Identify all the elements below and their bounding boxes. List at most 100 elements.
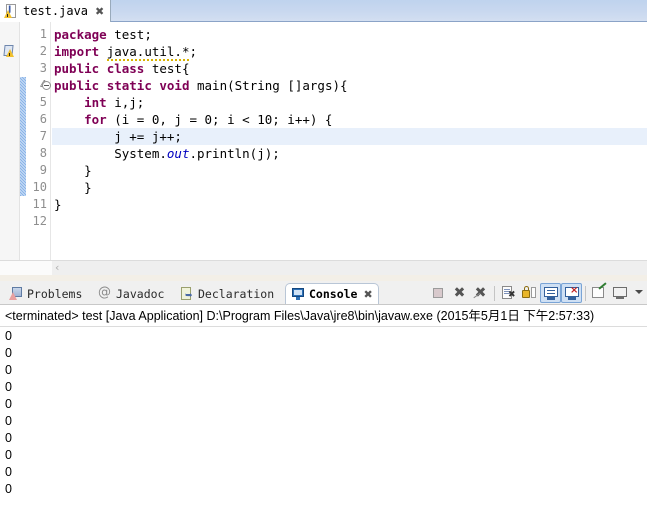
bottom-tab-label: Javadoc [116, 286, 165, 301]
bottom-tab-declaration[interactable]: ➥ Declaration [175, 283, 279, 304]
editor-tab-bar: J test.java ✖ [0, 0, 647, 22]
close-icon[interactable]: ✖ [363, 289, 372, 300]
close-icon[interactable]: ✖ [95, 6, 104, 17]
code-token: java.util.* [106, 44, 190, 61]
line-number-ruler: 123456789101112 [26, 22, 48, 260]
code-token: .println(j); [189, 146, 280, 161]
warning-marker-icon[interactable] [2, 44, 18, 60]
code-line[interactable]: for (i = 0, j = 0; i < 10; i++) { [52, 111, 647, 128]
show-console-on-output-button[interactable] [540, 283, 561, 303]
code-line[interactable]: int i,j; [52, 94, 647, 111]
code-line[interactable]: j += j++; [52, 128, 647, 145]
code-token: public [54, 78, 100, 93]
code-line[interactable] [52, 213, 647, 230]
console-output-line: 0 [5, 380, 12, 394]
display-selected-console-button[interactable] [610, 283, 631, 303]
console-output-line: 0 [5, 329, 12, 343]
code-token: } [54, 180, 92, 195]
pin-console-button[interactable] [589, 282, 610, 303]
scrollbar-corner [0, 261, 52, 275]
code-token: } [54, 163, 92, 178]
line-number: 1 [39, 27, 47, 41]
code-line[interactable]: public static void main(String []args){ [52, 77, 647, 94]
code-line[interactable]: } [52, 196, 647, 213]
code-token: test; [106, 27, 152, 42]
toolbar-separator [494, 285, 495, 301]
console-output-line: 0 [5, 482, 12, 496]
code-editor-text[interactable]: package test; import java.util.*; public c… [52, 22, 647, 260]
toolbar-separator-2 [585, 285, 586, 301]
code-line[interactable]: System.out.println(j); [52, 145, 647, 162]
code-token: i,j; [106, 95, 145, 110]
code-token: out [166, 146, 190, 161]
show-console-on-error-button[interactable] [561, 283, 582, 303]
console-output-line: 0 [5, 414, 12, 428]
code-line[interactable]: package test; [52, 26, 647, 43]
java-file-warning-icon: J [4, 3, 18, 19]
scroll-left-icon[interactable]: ‹ [55, 262, 59, 274]
clear-console-button[interactable]: ✖ [498, 283, 519, 303]
declaration-icon: ➥ [180, 286, 194, 301]
console-output-text[interactable]: 0 0 0 0 0 0 0 0 0 0 [0, 328, 647, 508]
console-status-line: <terminated> test [Java Application] D:\… [0, 305, 647, 327]
editor-tab-label: test.java [23, 4, 89, 18]
code-line[interactable]: } [52, 162, 647, 179]
editor-horizontal-scrollbar[interactable]: ‹ [0, 260, 647, 275]
bottom-tab-label: Problems [27, 286, 83, 301]
code-token: System. [54, 146, 167, 161]
code-token: class [106, 61, 145, 76]
line-number: 11 [32, 197, 47, 211]
code-token: static [106, 78, 152, 93]
editor-tab-test-java[interactable]: J test.java ✖ [0, 0, 112, 22]
editor-body[interactable]: 123456789101112 package test;import java… [0, 22, 647, 260]
console-output-line: 0 [5, 465, 12, 479]
code-fold-collapse-icon[interactable] [42, 81, 51, 90]
line-number: 3 [39, 61, 47, 75]
annotation-ruler[interactable] [0, 22, 20, 260]
remove-all-terminated-button[interactable]: ✖ [470, 283, 491, 303]
code-line[interactable]: import java.util.*; [52, 43, 647, 61]
eclipse-ide-window: J test.java ✖ 123456789101112 [0, 0, 647, 508]
code-token: main(String []args){ [189, 78, 348, 93]
chevron-down-icon[interactable] [631, 283, 645, 303]
remove-launch-button[interactable]: ✖ [449, 283, 470, 303]
code-token: } [54, 197, 62, 212]
scroll-lock-button[interactable] [519, 283, 540, 303]
code-token: import [54, 44, 100, 59]
terminate-button[interactable] [428, 283, 449, 303]
bottom-view-part: Problems @ Javadoc ➥ Declaration Console ✖ ✖ ✖… [0, 281, 647, 508]
console-output-line: 0 [5, 448, 12, 462]
line-number: 12 [32, 214, 47, 228]
problems-icon [9, 286, 23, 301]
line-number: 9 [39, 163, 47, 177]
bottom-tab-problems[interactable]: Problems [4, 283, 87, 304]
code-token: void [159, 78, 190, 93]
line-number: 8 [39, 146, 47, 160]
bottom-tab-label: Declaration [198, 286, 275, 301]
line-number: 5 [39, 95, 47, 109]
bottom-tab-console[interactable]: Console ✖ [285, 283, 379, 304]
gutter-separator [50, 22, 51, 260]
line-number: 7 [39, 129, 47, 143]
code-token: package [54, 27, 107, 42]
code-token: test{ [144, 61, 190, 76]
line-number: 2 [39, 44, 47, 58]
code-token: int [84, 95, 107, 110]
code-line[interactable]: } [52, 179, 647, 196]
console-output-line: 0 [5, 397, 12, 411]
javadoc-icon: @ [98, 284, 111, 300]
code-line[interactable]: public class test{ [52, 60, 647, 77]
console-output-line: 0 [5, 363, 12, 377]
console-output-line: 0 [5, 346, 12, 360]
bottom-tab-label: Console [309, 287, 358, 301]
code-token: j += j++; [54, 129, 182, 144]
bottom-tab-javadoc[interactable]: @ Javadoc [93, 283, 169, 304]
line-number: 6 [39, 112, 47, 126]
console-toolbar: ✖ ✖ ✖ [428, 282, 645, 304]
console-icon [291, 287, 305, 301]
console-output-line: 0 [5, 431, 12, 445]
